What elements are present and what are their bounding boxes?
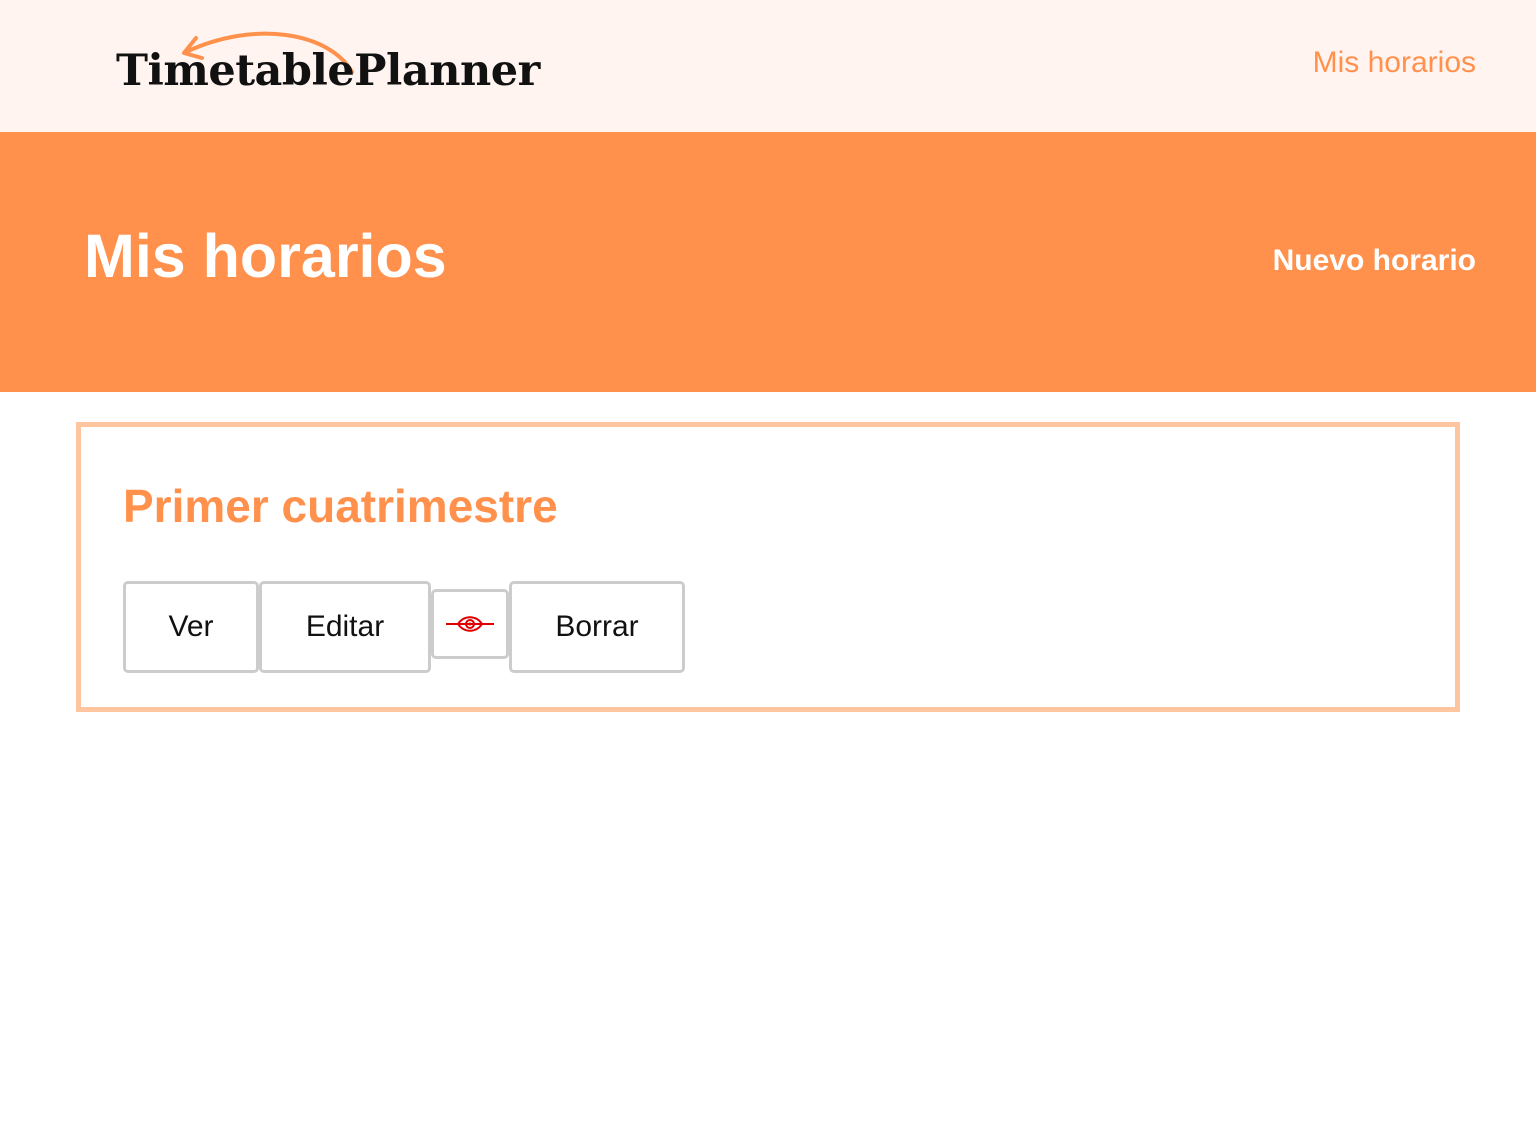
schedule-title: Primer cuatrimestre xyxy=(123,480,558,532)
page-title: Mis horarios xyxy=(84,222,447,290)
page-banner: Mis horarios Nuevo horario xyxy=(0,132,1536,392)
top-navbar: TimetablePlanner Mis horarios xyxy=(0,0,1536,132)
schedule-card: Primer cuatrimestre Ver Editar Borrar xyxy=(76,422,1460,712)
logo[interactable]: TimetablePlanner xyxy=(114,22,554,108)
edit-button[interactable]: Editar xyxy=(259,581,431,673)
toggle-visibility-button[interactable] xyxy=(431,589,509,659)
eye-slash-icon xyxy=(446,616,494,632)
new-schedule-link[interactable]: Nuevo horario xyxy=(1273,246,1476,276)
logo-text: TimetablePlanner xyxy=(116,46,540,96)
delete-button[interactable]: Borrar xyxy=(509,581,685,673)
view-button[interactable]: Ver xyxy=(123,581,259,673)
nav-mis-horarios-link[interactable]: Mis horarios xyxy=(1313,48,1476,78)
